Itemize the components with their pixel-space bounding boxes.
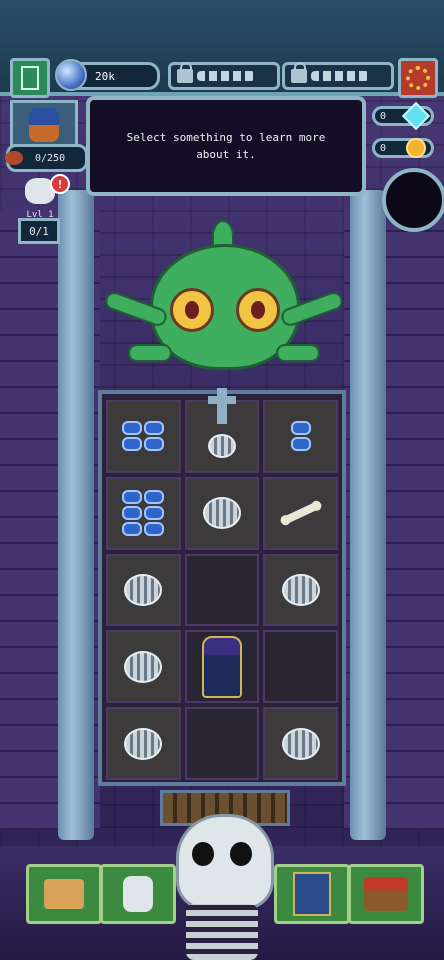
skeleton-throne-button[interactable] <box>100 864 176 924</box>
blue-coins-icon <box>118 421 168 452</box>
spring-icon <box>202 497 241 530</box>
board-cell[interactable] <box>184 388 260 473</box>
board-cell[interactable] <box>184 707 260 780</box>
coin-icon <box>406 138 426 158</box>
spring-icon <box>124 727 163 760</box>
left-pillar <box>58 190 94 840</box>
bone-icon <box>283 502 318 524</box>
spring-icon <box>281 727 320 760</box>
tentacle-icon <box>276 344 320 362</box>
skull-eye-right <box>230 842 252 866</box>
board-cell[interactable] <box>106 553 181 627</box>
dwarf-avatar-icon <box>29 108 59 142</box>
spring-icon <box>281 573 320 606</box>
board-cell[interactable] <box>263 630 338 704</box>
monster-eye-right <box>236 288 280 332</box>
gear-icon <box>406 66 430 90</box>
book-icon <box>293 872 331 916</box>
level-alert-icon: ! <box>50 174 70 194</box>
gem-counter[interactable]: 0 <box>372 101 434 131</box>
gold-value: 0 <box>380 142 387 154</box>
scroll-icon <box>44 879 84 909</box>
blue-coins-icon <box>283 421 319 452</box>
spring-icon <box>207 434 236 459</box>
lock-icon <box>177 62 193 83</box>
lock-icon <box>291 62 307 83</box>
soul-orb-icon <box>55 59 87 91</box>
right-pillar <box>350 190 386 840</box>
locked-slot-2[interactable] <box>282 62 394 90</box>
gold-counter[interactable]: 0 <box>372 138 434 158</box>
board-cell[interactable] <box>184 553 260 627</box>
board-cell[interactable] <box>263 707 338 780</box>
board-grid <box>106 388 338 780</box>
giant-skull <box>176 814 274 910</box>
gem-value: 0 <box>380 110 387 122</box>
player-portrait[interactable] <box>10 100 78 150</box>
board-cell[interactable] <box>184 630 260 704</box>
board-cell[interactable] <box>184 476 260 550</box>
soul-resource-bar[interactable]: 20k <box>55 59 160 91</box>
locked-slot-1[interactable] <box>168 62 280 90</box>
dark-portal-orb[interactable] <box>382 168 444 232</box>
board-cell[interactable] <box>106 630 181 704</box>
board-cell[interactable] <box>263 476 338 550</box>
food-counter: 0/250 <box>5 144 88 172</box>
board-cell[interactable] <box>263 553 338 627</box>
spellbook-button[interactable] <box>274 864 350 924</box>
spring-icon <box>124 650 163 683</box>
skeleton-icon <box>123 876 153 912</box>
skeleton-ribs <box>186 904 258 960</box>
food-value: 0/250 <box>35 152 66 164</box>
shop-cart-icon <box>364 877 408 911</box>
skull-eye-left <box>192 842 214 866</box>
chain-icon <box>311 71 369 81</box>
board-cell[interactable] <box>106 707 181 780</box>
level-progress: 0/1 <box>18 218 60 244</box>
tombstone-cross-icon <box>207 388 236 424</box>
wizard-hero-icon <box>201 635 242 698</box>
shop-button[interactable] <box>348 864 424 924</box>
meat-icon <box>5 151 23 165</box>
map-scroll-button[interactable] <box>26 864 102 924</box>
door-icon <box>21 66 39 90</box>
tentacle-icon <box>128 344 172 362</box>
spring-icon <box>124 573 163 606</box>
info-panel: Select something to learn more about it. <box>86 96 366 196</box>
exit-door-button[interactable] <box>10 58 50 98</box>
monster-eye-left <box>170 288 214 332</box>
board-cell[interactable] <box>106 400 181 473</box>
chain-icon <box>197 71 255 81</box>
blue-coins-pile-icon <box>113 490 173 537</box>
board-cell[interactable] <box>263 400 338 473</box>
board-cell[interactable] <box>106 476 181 550</box>
settings-button[interactable] <box>398 58 438 98</box>
info-message: Select something to learn more about it. <box>126 131 326 161</box>
